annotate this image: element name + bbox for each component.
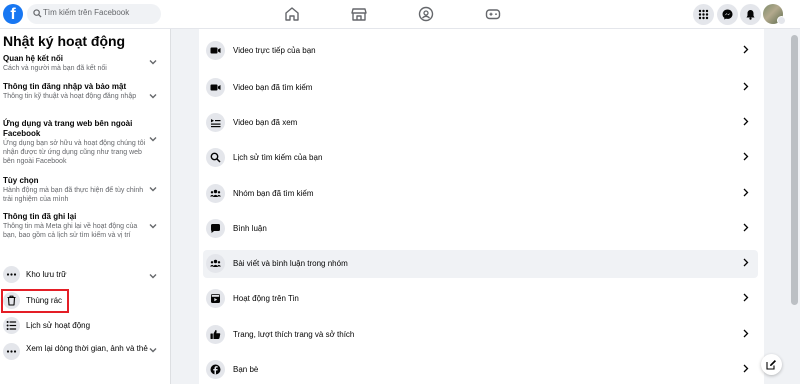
row-searched-groups[interactable]: Nhóm bạn đã tìm kiếm bbox=[203, 180, 758, 208]
row-label: Nhóm bạn đã tìm kiếm bbox=[233, 189, 314, 198]
page-title: Nhật ký hoạt động bbox=[3, 33, 126, 49]
chevron-right-icon bbox=[743, 82, 749, 91]
section-description: Thông tin mà Meta ghi lại về hoạt động c… bbox=[3, 223, 138, 239]
chevron-right-icon bbox=[743, 364, 749, 373]
activity-categories-panel: Video trực tiếp của bạn Video bạn đã tìm… bbox=[199, 29, 764, 384]
chevron-down-icon[interactable] bbox=[149, 59, 157, 65]
top-navigation-bar: f Tìm kiếm trên Facebook bbox=[0, 0, 800, 29]
section-preferences[interactable]: Tùy chọn Hành động mà bạn đã thực hiện đ… bbox=[3, 176, 149, 204]
search-input[interactable]: Tìm kiếm trên Facebook bbox=[27, 4, 161, 24]
row-label: Video trực tiếp của bạn bbox=[233, 46, 316, 55]
section-title: Quan hệ kết nối bbox=[3, 54, 64, 63]
video-playlist-icon bbox=[206, 113, 225, 132]
search-placeholder: Tìm kiếm trên Facebook bbox=[43, 8, 130, 17]
groups-icon[interactable] bbox=[417, 5, 435, 23]
section-description: Cách và người mà bạn đã kết nối bbox=[3, 65, 107, 72]
people-icon bbox=[206, 254, 225, 273]
chevron-right-icon bbox=[743, 258, 749, 267]
section-description: Hành động mà bạn đã thực hiện để tùy chỉ… bbox=[3, 187, 144, 203]
sidebar-item-label: Xem lại dòng thời gian, ảnh và thẻ bbox=[26, 344, 148, 353]
chevron-right-icon bbox=[743, 45, 749, 54]
row-label: Bạn bè bbox=[233, 365, 259, 374]
chevron-down-icon[interactable] bbox=[149, 186, 157, 192]
chevron-right-icon bbox=[743, 188, 749, 197]
notifications-button[interactable] bbox=[740, 4, 761, 25]
account-menu-caret[interactable] bbox=[777, 16, 786, 25]
section-logged-information[interactable]: Thông tin đã ghi lại Thông tin mà Meta g… bbox=[3, 212, 149, 240]
chevron-right-icon bbox=[743, 223, 749, 232]
menu-grid-icon bbox=[698, 9, 709, 20]
sidebar-item-activity-history[interactable]: Lịch sử hoạt động bbox=[3, 316, 163, 336]
row-live-videos[interactable]: Video trực tiếp của bạn bbox=[203, 37, 758, 65]
row-watched-videos[interactable]: Video bạn đã xem bbox=[203, 109, 758, 137]
marketplace-icon[interactable] bbox=[350, 5, 368, 23]
list-icon bbox=[3, 317, 20, 334]
row-label: Lịch sử tìm kiếm của bạn bbox=[233, 153, 323, 162]
messenger-button[interactable] bbox=[717, 4, 738, 25]
facebook-logo[interactable]: f bbox=[3, 4, 23, 24]
chevron-down-icon[interactable] bbox=[149, 93, 157, 99]
notifications-icon bbox=[746, 10, 755, 20]
chevron-down-icon[interactable] bbox=[149, 347, 157, 353]
stories-icon bbox=[206, 289, 225, 308]
facebook-icon bbox=[206, 360, 225, 379]
chevron-right-icon bbox=[743, 117, 749, 126]
people-icon bbox=[206, 184, 225, 203]
search-icon bbox=[206, 148, 225, 167]
row-search-history[interactable]: Lịch sử tìm kiếm của bạn bbox=[203, 144, 758, 172]
sidebar-item-label: Lịch sử hoạt động bbox=[26, 321, 91, 330]
more-dots-icon bbox=[3, 343, 20, 360]
row-label: Video bạn đã xem bbox=[233, 118, 298, 127]
sidebar-item-label: Kho lưu trữ bbox=[26, 270, 67, 279]
compose-icon bbox=[766, 360, 776, 370]
section-connections[interactable]: Quan hệ kết nối Cách và người mà bạn đã … bbox=[3, 54, 149, 73]
row-comments[interactable]: Bình luận bbox=[203, 215, 758, 243]
row-stories-activity[interactable]: Hoạt động trên Tin bbox=[203, 285, 758, 313]
section-title: Thông tin đăng nhập và bảo mật bbox=[3, 82, 127, 91]
chevron-right-icon bbox=[743, 329, 749, 338]
section-description: Ứng dụng bạn sở hữu và hoạt động chúng t… bbox=[3, 140, 146, 165]
section-login-security[interactable]: Thông tin đăng nhập và bảo mật Thông tin… bbox=[3, 82, 149, 101]
section-off-facebook-apps[interactable]: Ứng dụng và trang web bên ngoài Facebook… bbox=[3, 119, 149, 166]
row-label: Trang, lượt thích trang và sở thích bbox=[233, 330, 355, 339]
trash-highlight-box bbox=[1, 289, 69, 313]
row-label: Bài viết và bình luận trong nhóm bbox=[233, 259, 348, 268]
thumbs-up-icon bbox=[206, 325, 225, 344]
row-searched-videos[interactable]: Video bạn đã tìm kiếm bbox=[203, 74, 758, 102]
gaming-icon[interactable] bbox=[484, 5, 502, 23]
row-label: Video bạn đã tìm kiếm bbox=[233, 83, 313, 92]
chevron-right-icon bbox=[743, 293, 749, 302]
more-dots-icon bbox=[3, 266, 20, 283]
row-friends[interactable]: Bạn bè bbox=[203, 356, 758, 384]
row-group-posts-comments[interactable]: Bài viết và bình luận trong nhóm bbox=[203, 250, 758, 278]
home-icon[interactable] bbox=[283, 5, 301, 23]
activity-log-sidebar: Nhật ký hoạt động Quan hệ kết nối Cách v… bbox=[0, 29, 171, 384]
row-label: Hoạt động trên Tin bbox=[233, 294, 299, 303]
live-video-icon bbox=[206, 41, 225, 60]
chevron-down-icon[interactable] bbox=[149, 136, 157, 142]
new-message-button[interactable] bbox=[761, 354, 782, 375]
menu-button[interactable] bbox=[693, 4, 714, 25]
chevron-down-icon[interactable] bbox=[149, 223, 157, 229]
sidebar-item-review-timeline[interactable]: Xem lại dòng thời gian, ảnh và thẻ bbox=[3, 342, 163, 362]
scrollbar-thumb[interactable] bbox=[791, 35, 798, 305]
section-title: Ứng dụng và trang web bên ngoài Facebook bbox=[3, 119, 133, 138]
video-camera-icon bbox=[206, 78, 225, 97]
section-title: Thông tin đã ghi lại bbox=[3, 212, 77, 221]
search-icon bbox=[33, 9, 42, 18]
row-label: Bình luận bbox=[233, 224, 267, 233]
section-description: Thông tin kỹ thuật và hoạt động đăng nhậ… bbox=[3, 93, 137, 100]
chevron-down-icon[interactable] bbox=[149, 273, 157, 279]
comment-icon bbox=[206, 219, 225, 238]
page-scrollbar[interactable] bbox=[789, 29, 800, 384]
row-pages-likes-interests[interactable]: Trang, lượt thích trang và sở thích bbox=[203, 321, 758, 349]
chevron-right-icon bbox=[743, 152, 749, 161]
section-title: Tùy chọn bbox=[3, 176, 39, 185]
messenger-icon bbox=[722, 9, 733, 20]
sidebar-item-archive[interactable]: Kho lưu trữ bbox=[3, 265, 163, 285]
